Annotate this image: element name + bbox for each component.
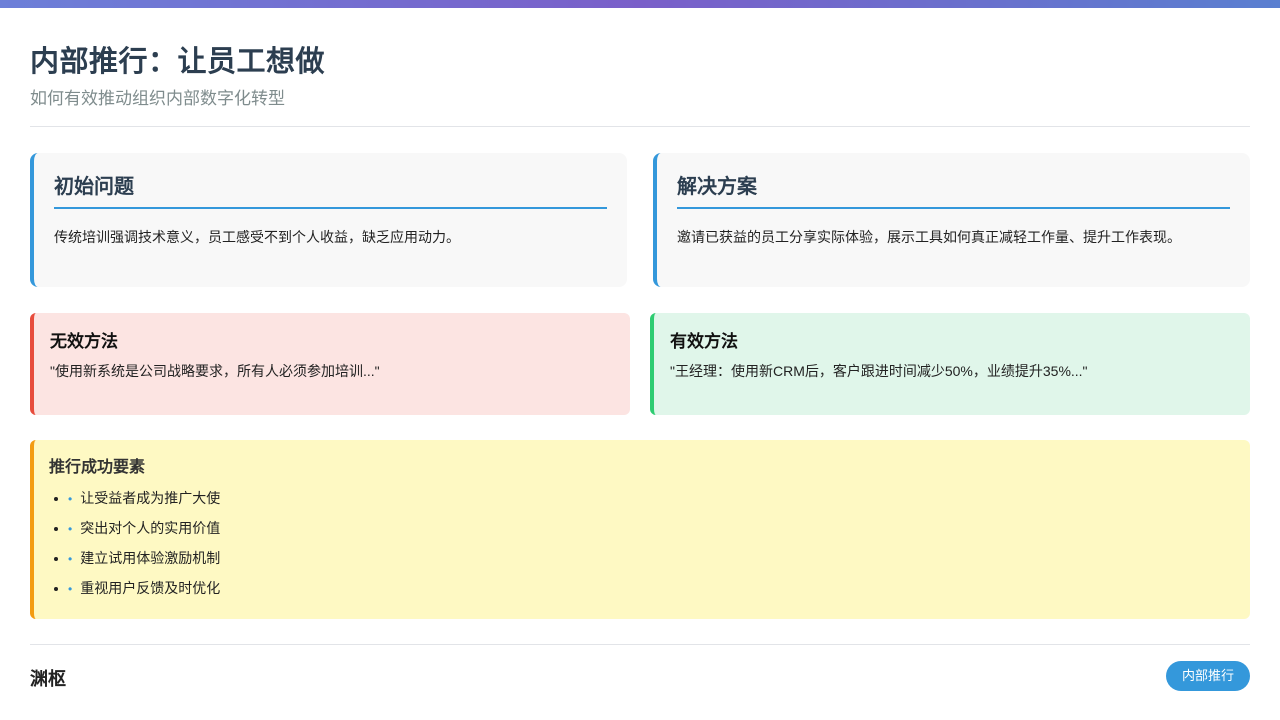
effective-method-title: 有效方法 (670, 332, 738, 351)
problem-card-title: 初始问题 (54, 173, 607, 209)
slide: 内部推行：让员工想做 如何有效推动组织内部数字化转型 初始问题 传统培训强调技术… (30, 8, 1250, 720)
solution-card: 解决方案 邀请已获益的员工分享实际体验，展示工具如何真正减轻工作量、提升工作表现… (653, 153, 1250, 287)
solution-card-text: 邀请已获益的员工分享实际体验，展示工具如何真正减轻工作量、提升工作表现。 (677, 229, 1181, 245)
list-item-text: 让受益者成为推广大使 (80, 490, 221, 506)
effective-method-box: 有效方法 "王经理：使用新CRM后，客户跟进时间减少50%，业绩提升35%...… (650, 313, 1250, 415)
bullet-icon: • (68, 582, 73, 596)
page-subtitle: 如何有效推动组织内部数字化转型 (30, 89, 285, 108)
solution-card-title: 解决方案 (677, 173, 1230, 209)
problem-card: 初始问题 传统培训强调技术意义，员工感受不到个人收益，缺乏应用动力。 (30, 153, 627, 287)
success-factors-title: 推行成功要素 (49, 459, 146, 476)
list-item-text: 重视用户反馈及时优化 (80, 580, 221, 596)
list-item: • 让受益者成为推广大使 (68, 483, 1234, 513)
success-factors-box: 推行成功要素 • 让受益者成为推广大使 • 突出对个人的实用价值 • 建立试用体验激励… (30, 440, 1250, 619)
list-item-text: 突出对个人的实用价值 (80, 520, 221, 536)
bullet-icon: • (68, 492, 73, 506)
ineffective-method-box: 无效方法 "使用新系统是公司战略要求，所有人必须参加培训..." (30, 313, 630, 415)
page-title: 内部推行：让员工想做 (30, 46, 326, 78)
effective-method-quote: "王经理：使用新CRM后，客户跟进时间减少50%，业绩提升35%..." (670, 363, 1088, 379)
ineffective-method-quote: "使用新系统是公司战略要求，所有人必须参加培训..." (50, 363, 380, 379)
header: 内部推行：让员工想做 如何有效推动组织内部数字化转型 (30, 8, 1250, 127)
bullet-icon: • (68, 552, 73, 566)
success-factors-list: • 让受益者成为推广大使 • 突出对个人的实用价值 • 建立试用体验激励机制 • 重视用… (49, 483, 1234, 603)
top-accent-bar (0, 0, 1280, 8)
brand-logo-text: 渊枢 (30, 669, 66, 690)
list-item: • 突出对个人的实用价值 (68, 513, 1234, 543)
problem-card-text: 传统培训强调技术意义，员工感受不到个人收益，缺乏应用动力。 (54, 229, 460, 245)
list-item-text: 建立试用体验激励机制 (80, 550, 221, 566)
ineffective-method-title: 无效方法 (50, 332, 118, 351)
list-item: • 重视用户反馈及时优化 (68, 573, 1234, 603)
bullet-icon: • (68, 522, 73, 536)
list-item: • 建立试用体验激励机制 (68, 543, 1234, 573)
footer: 渊枢 内部推行 (30, 644, 1250, 704)
section-tag-badge: 内部推行 (1165, 661, 1250, 691)
